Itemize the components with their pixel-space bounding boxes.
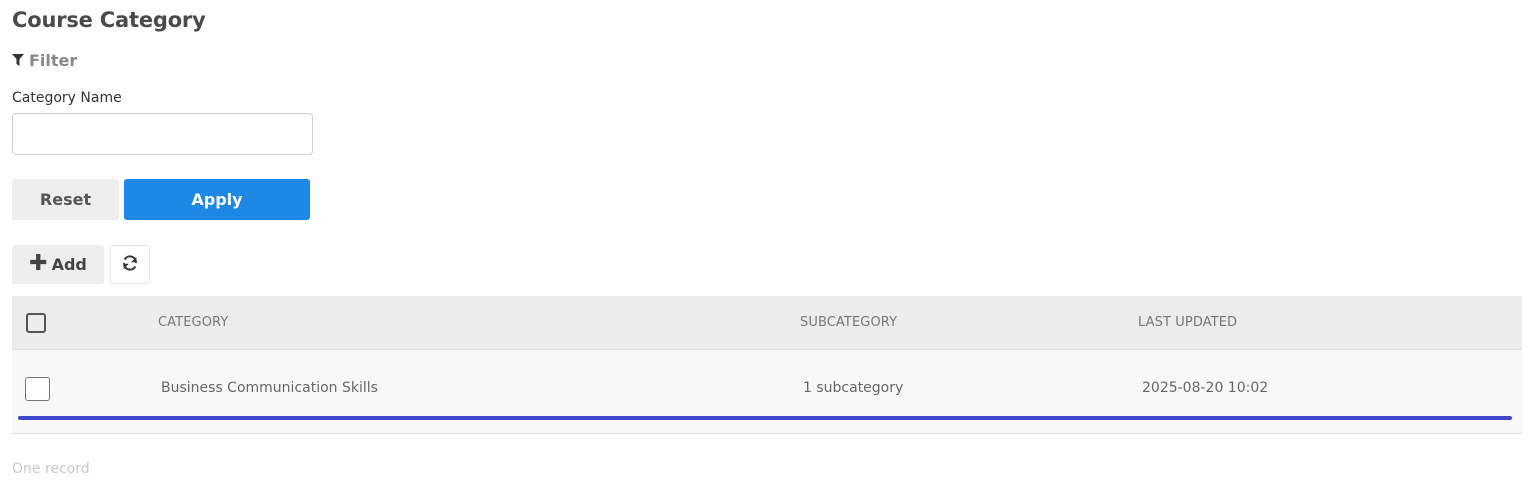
row-last-updated-cell: 2025-08-20 10:02 xyxy=(1142,380,1269,396)
plus-icon: ✚ xyxy=(29,250,48,276)
category-table: CATEGORY SUBCATEGORY LAST UPDATED Busine… xyxy=(12,296,1522,434)
refresh-button[interactable] xyxy=(110,245,150,284)
add-button[interactable]: ✚ Add xyxy=(12,245,104,284)
row-checkbox[interactable] xyxy=(25,377,50,401)
record-count: One record xyxy=(12,461,90,477)
reset-button[interactable]: Reset xyxy=(12,179,119,220)
page-title: Course Category xyxy=(12,8,206,32)
select-all-checkbox[interactable] xyxy=(26,313,46,333)
course-category-page: Course Category Filter Category Name Res… xyxy=(0,0,1537,486)
category-name-input[interactable] xyxy=(12,113,313,155)
filter-toggle[interactable]: Filter xyxy=(12,51,77,70)
column-header-category[interactable]: CATEGORY xyxy=(158,315,228,330)
category-name-label: Category Name xyxy=(12,90,122,106)
filter-icon xyxy=(12,54,24,67)
row-subcategory-cell[interactable]: 1 subcategory xyxy=(803,380,903,396)
apply-button[interactable]: Apply xyxy=(124,179,310,220)
column-header-subcategory[interactable]: SUBCATEGORY xyxy=(800,315,897,330)
table-row[interactable]: Business Communication Skills 1 subcateg… xyxy=(12,350,1522,434)
add-button-label: Add xyxy=(51,255,87,274)
column-header-last-updated[interactable]: LAST UPDATED xyxy=(1138,315,1237,330)
refresh-icon xyxy=(121,254,139,276)
filter-label: Filter xyxy=(29,51,78,70)
row-category-cell[interactable]: Business Communication Skills xyxy=(161,380,378,396)
row-highlight-underline xyxy=(18,416,1512,420)
table-header: CATEGORY SUBCATEGORY LAST UPDATED xyxy=(12,296,1522,350)
